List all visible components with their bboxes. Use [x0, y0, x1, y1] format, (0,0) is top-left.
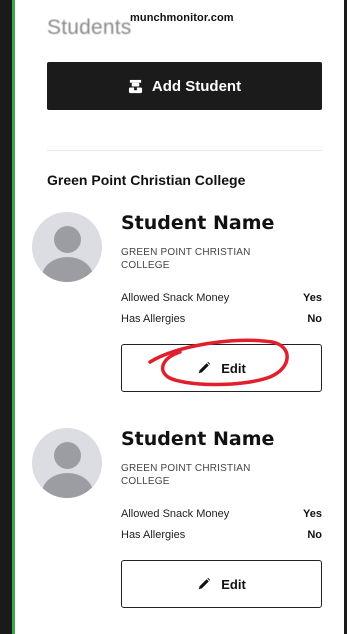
detail-label: Allowed Snack Money — [121, 508, 230, 520]
detail-row-allergies: Has Allergies No — [121, 313, 322, 325]
detail-value: No — [307, 529, 322, 541]
student-school: GREEN POINT CHRISTIAN COLLEGE — [121, 247, 251, 271]
add-student-button[interactable]: Add Student — [47, 62, 322, 110]
detail-value: Yes — [303, 508, 322, 520]
detail-row-allergies: Has Allergies No — [121, 529, 322, 541]
edit-label: Edit — [221, 360, 246, 376]
detail-row-snack-money: Allowed Snack Money Yes — [121, 508, 322, 520]
student-name: Student Name — [121, 428, 275, 450]
frame-gap — [15, 0, 18, 634]
student-icon — [128, 79, 142, 93]
detail-value: No — [307, 313, 322, 325]
left-frame-edge — [0, 0, 18, 634]
page-title: Students — [47, 16, 132, 39]
edit-student-button[interactable]: Edit — [121, 560, 322, 608]
school-group-heading: Green Point Christian College — [47, 172, 246, 188]
detail-label: Allowed Snack Money — [121, 292, 230, 304]
edit-label: Edit — [221, 576, 246, 592]
student-card: Student Name GREEN POINT CHRISTIAN COLLE… — [30, 212, 325, 412]
detail-label: Has Allergies — [121, 313, 186, 325]
student-school: GREEN POINT CHRISTIAN COLLEGE — [121, 463, 251, 487]
avatar — [32, 428, 102, 498]
pencil-icon — [198, 361, 211, 374]
detail-value: Yes — [303, 292, 322, 304]
add-student-label: Add Student — [151, 77, 242, 95]
student-name: Student Name — [121, 212, 275, 234]
student-card: Student Name GREEN POINT CHRISTIAN COLLE… — [30, 428, 325, 628]
avatar — [32, 212, 102, 282]
detail-row-snack-money: Allowed Snack Money Yes — [121, 292, 322, 304]
detail-label: Has Allergies — [121, 529, 186, 541]
site-watermark: munchmonitor.com — [130, 12, 234, 24]
section-divider — [47, 150, 322, 151]
pencil-icon — [198, 577, 211, 590]
edit-student-button[interactable]: Edit — [121, 344, 322, 392]
